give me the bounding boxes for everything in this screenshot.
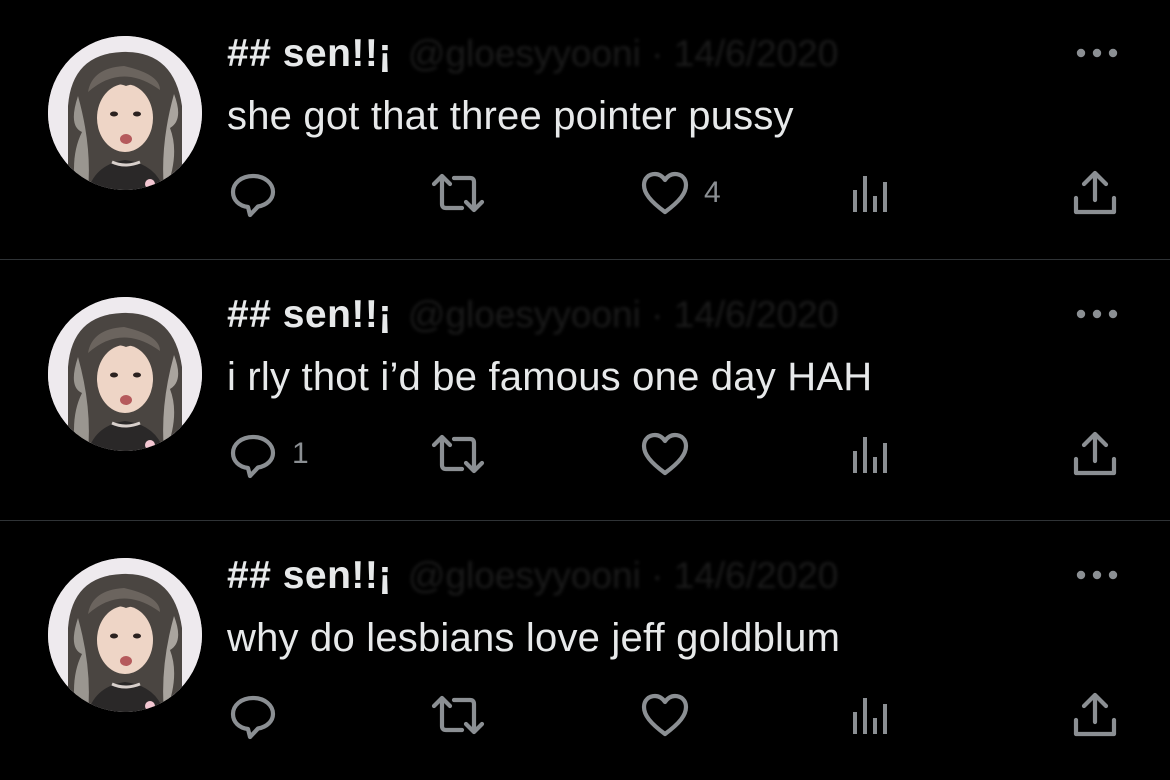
tweet[interactable]: ## sen!!¡ @gloesyyooni · 14/6/2020 she go… (0, 0, 1170, 258)
reply-icon (228, 690, 278, 740)
divider (0, 259, 1170, 260)
handle-date[interactable]: @gloesyyooni · 14/6/2020 (408, 33, 838, 74)
views-button[interactable] (850, 429, 890, 479)
views-icon (850, 690, 890, 740)
heart-icon (640, 168, 690, 218)
share-icon (1072, 429, 1118, 479)
display-name[interactable]: ## sen!!¡ (227, 293, 392, 336)
action-bar: 4 (0, 168, 1170, 218)
like-count: 4 (704, 176, 721, 209)
reply-button[interactable]: 1 (228, 429, 309, 479)
reply-icon (228, 168, 278, 218)
retweet-icon (430, 690, 486, 740)
retweet-button[interactable] (430, 690, 500, 740)
retweet-button[interactable] (430, 168, 500, 218)
action-bar (0, 690, 1170, 740)
divider (0, 520, 1170, 521)
tweet-header: ## sen!!¡ @gloesyyooni · 14/6/2020 (227, 293, 838, 339)
display-name[interactable]: ## sen!!¡ (227, 554, 392, 597)
reply-icon (228, 429, 278, 479)
reply-count: 1 (292, 437, 309, 470)
tweet-header: ## sen!!¡ @gloesyyooni · 14/6/2020 (227, 32, 838, 78)
share-icon (1072, 168, 1118, 218)
more-icon[interactable] (1075, 568, 1119, 582)
tweet[interactable]: ## sen!!¡ @gloesyyooni · 14/6/2020 why do… (0, 522, 1170, 780)
avatar[interactable] (48, 297, 202, 451)
heart-icon (640, 429, 690, 479)
handle-date[interactable]: @gloesyyooni · 14/6/2020 (408, 555, 838, 596)
views-button[interactable] (850, 690, 890, 740)
reply-button[interactable] (228, 168, 292, 218)
like-button[interactable] (640, 429, 704, 479)
share-icon (1072, 690, 1118, 740)
tweet-text: why do lesbians love jeff goldblum (227, 616, 841, 660)
tweet-header: ## sen!!¡ @gloesyyooni · 14/6/2020 (227, 554, 838, 600)
views-icon (850, 168, 890, 218)
tweet-feed: ## sen!!¡ @gloesyyooni · 14/6/2020 she go… (0, 0, 1170, 773)
handle-date[interactable]: @gloesyyooni · 14/6/2020 (408, 294, 838, 335)
share-button[interactable] (1072, 168, 1118, 218)
retweet-icon (430, 168, 486, 218)
display-name[interactable]: ## sen!!¡ (227, 32, 392, 75)
views-button[interactable] (850, 168, 890, 218)
retweet-button[interactable] (430, 429, 500, 479)
tweet-text: she got that three pointer pussy (227, 94, 794, 138)
like-button[interactable] (640, 690, 704, 740)
like-button[interactable]: 4 (640, 168, 721, 218)
reply-button[interactable] (228, 690, 292, 740)
retweet-icon (430, 429, 486, 479)
action-bar: 1 (0, 429, 1170, 479)
heart-icon (640, 690, 690, 740)
more-icon[interactable] (1075, 46, 1119, 60)
avatar[interactable] (48, 558, 202, 712)
more-icon[interactable] (1075, 307, 1119, 321)
tweet-text: i rly thot i’d be famous one day HAH (227, 355, 873, 399)
views-icon (850, 429, 890, 479)
avatar[interactable] (48, 36, 202, 190)
share-button[interactable] (1072, 429, 1118, 479)
tweet[interactable]: ## sen!!¡ @gloesyyooni · 14/6/2020 i rly … (0, 261, 1170, 519)
share-button[interactable] (1072, 690, 1118, 740)
